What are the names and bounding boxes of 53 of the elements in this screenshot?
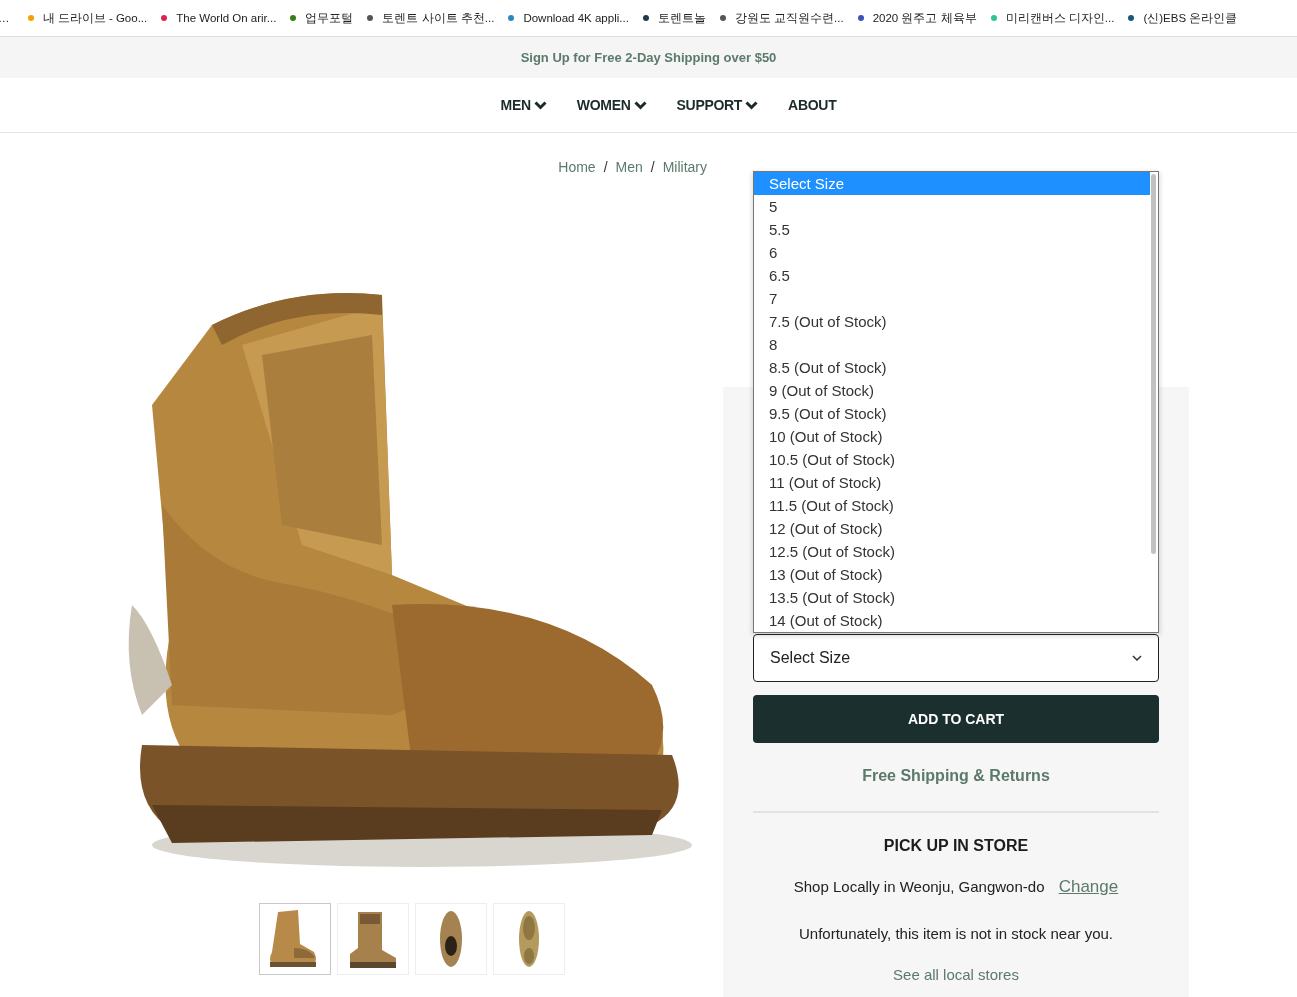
section-title: PICK UP IN STORE — [883, 837, 1029, 854]
add-to-cart-button[interactable]: ADD TO CART — [753, 695, 1159, 743]
promo-link[interactable]: Sign Up for Free 2-Day Shipping over $50 — [520, 50, 777, 65]
chevron-icon — [633, 100, 647, 110]
chevron-icon — [1132, 655, 1142, 661]
breadcrumb-link[interactable]: Home — [558, 159, 596, 175]
size-option[interactable]: 13.5 (Out of Stock) — [754, 586, 1158, 609]
nav-item[interactable]: WOMEN — [576, 97, 647, 113]
size-option[interactable]: 5 — [754, 195, 1158, 218]
size-option[interactable]: 5.5 — [754, 218, 1158, 241]
nav-item[interactable]: SUPPORT — [676, 97, 759, 113]
size-option[interactable]: 11 (Out of Stock) — [754, 471, 1158, 494]
bookmark-item[interactable]: The World On arir... — [161, 12, 277, 24]
size-option[interactable]: 9 (Out of Stock) — [754, 379, 1158, 402]
chevron-icon — [745, 100, 759, 110]
bookmark-item[interactable]: Download 4K appli... — [508, 12, 629, 24]
size-option[interactable]: 11.5 (Out of Stock) — [754, 494, 1158, 517]
bookmark-item[interactable]: 업무포털 — [290, 10, 354, 26]
size-option[interactable]: 9.5 (Out of Stock) — [754, 402, 1158, 425]
stock-message: Unfortunately, this item is not in stock near you. — [798, 925, 1113, 942]
nav-item[interactable]: ABOUT — [788, 97, 837, 113]
size-option[interactable]: 7.5 (Out of Stock) — [754, 310, 1158, 333]
breadcrumb-link[interactable]: Military — [662, 159, 707, 175]
size-option[interactable]: 6 — [754, 241, 1158, 264]
size-option[interactable]: 7 — [754, 287, 1158, 310]
bookmark-fragment[interactable]: … — [0, 12, 10, 24]
bookmark-item[interactable]: (신)EBS 온라인클 — [1128, 10, 1238, 26]
size-option[interactable]: 10 (Out of Stock) — [754, 425, 1158, 448]
stores-link[interactable]: See all local stores — [893, 966, 1019, 983]
size-option[interactable]: 14 (Out of Stock) — [754, 609, 1158, 632]
bookmark-item[interactable]: 미리캔버스 디자인... — [990, 10, 1115, 26]
bookmark-item[interactable]: 2020 원주고 체육부 — [857, 10, 977, 26]
location-text: Shop Locally in Weonju, Gangwon-do — [793, 878, 1045, 895]
scrollbar-thumb[interactable] — [1151, 174, 1156, 554]
size-option[interactable]: 8.5 (Out of Stock) — [754, 356, 1158, 379]
size-option[interactable]: 8 — [754, 333, 1158, 356]
size-option[interactable]: 6.5 — [754, 264, 1158, 287]
bookmark-item[interactable]: 내 드라이브 - Goo... — [27, 10, 148, 26]
size-select[interactable]: Select Size — [753, 634, 1159, 682]
size-option[interactable]: 12.5 (Out of Stock) — [754, 540, 1158, 563]
size-option[interactable]: 12 (Out of Stock) — [754, 517, 1158, 540]
change-link[interactable]: Change — [1058, 877, 1119, 896]
size-option[interactable]: 10.5 (Out of Stock) — [754, 448, 1158, 471]
bookmark-item[interactable]: 강원도 교직원수련... — [719, 10, 844, 26]
nav-item[interactable]: MEN — [500, 97, 547, 113]
shipping-link[interactable]: Free Shipping & Returns — [862, 767, 1050, 784]
bookmark-item[interactable]: 토렌트 사이트 추천... — [367, 10, 495, 26]
breadcrumb-separator: / — [603, 159, 608, 175]
breadcrumb-link[interactable]: Men — [615, 159, 643, 175]
breadcrumb-separator: / — [650, 159, 655, 175]
chevron-icon — [533, 100, 547, 110]
size-option[interactable]: 13 (Out of Stock) — [754, 563, 1158, 586]
bookmark-item[interactable]: 토렌트놀 — [642, 10, 706, 26]
